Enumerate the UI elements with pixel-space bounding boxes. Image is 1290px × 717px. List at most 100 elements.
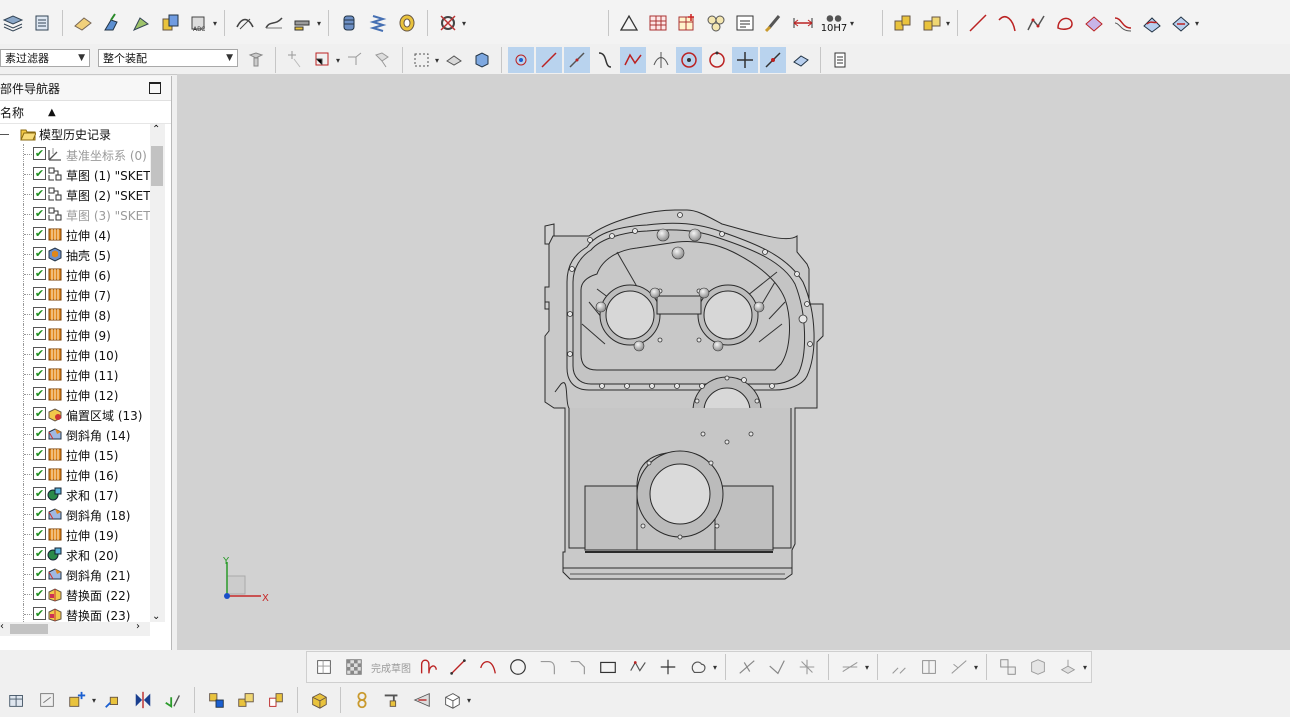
dimension-icon[interactable] [790, 10, 816, 36]
sketch-line-icon[interactable] [445, 654, 471, 680]
feature-row[interactable]: ✔ 替换面 (23) [0, 604, 150, 624]
model-history-node[interactable]: 模型历史记录 [0, 124, 154, 144]
snap-tangent-icon[interactable] [648, 47, 674, 73]
spring-icon[interactable] [365, 10, 391, 36]
copy-icon[interactable] [157, 10, 183, 36]
dropdown-arrow-icon[interactable]: ▾ [946, 19, 950, 28]
feature-row[interactable]: ✔ 倒斜角 (21) [0, 564, 150, 584]
vertical-scrollbar[interactable]: ⌃ ⌄ [150, 124, 165, 622]
visibility-checkbox[interactable]: ✔ [33, 487, 46, 500]
type-filter-combo[interactable]: 素过滤器 ▼ [0, 49, 90, 67]
feature-row[interactable]: ✔ 替换面 (22) [0, 584, 150, 604]
offset-curve-icon[interactable] [1110, 10, 1136, 36]
dropdown-arrow-icon[interactable]: ▾ [467, 696, 471, 705]
add-feature-icon[interactable] [64, 687, 90, 713]
feature-row[interactable]: ✔ 草图 (2) "SKET [0, 184, 151, 204]
sequence-icon[interactable] [306, 687, 332, 713]
cylinder-icon[interactable] [336, 10, 362, 36]
visibility-checkbox[interactable]: ✔ [33, 227, 46, 240]
sketch-point-icon[interactable] [655, 654, 681, 680]
make-corner-icon[interactable] [794, 654, 820, 680]
feature-row[interactable]: ✔ 草图 (3) "SKET [0, 204, 151, 224]
graphics-window[interactable]: Y X [177, 74, 1290, 650]
extend-icon[interactable] [764, 654, 790, 680]
dropdown-arrow-icon[interactable]: ▾ [713, 663, 717, 672]
geometric-constraint-icon[interactable] [946, 654, 972, 680]
table-icon[interactable] [645, 10, 671, 36]
visibility-checkbox[interactable]: ✔ [33, 427, 46, 440]
project-curve-icon[interactable] [1139, 10, 1165, 36]
scroll-left-icon[interactable]: ‹ [0, 621, 4, 632]
sketch-arc-icon[interactable] [475, 654, 501, 680]
snap-intersection-icon[interactable] [732, 47, 759, 73]
trim-icon[interactable] [734, 654, 760, 680]
feature-row[interactable]: ✔ 倒斜角 (14) [0, 424, 150, 444]
bearing-icon[interactable] [394, 10, 420, 36]
finish-sketch-flag-icon[interactable] [341, 654, 367, 680]
visibility-checkbox[interactable]: ✔ [33, 347, 46, 360]
dropdown-arrow-icon[interactable]: ▾ [435, 56, 439, 65]
snap-surface-icon[interactable] [788, 47, 814, 73]
feature-row[interactable]: ✔ 求和 (17) [0, 484, 150, 504]
sketch-settings-icon[interactable] [311, 654, 337, 680]
feature-row[interactable]: ✔ 草图 (1) "SKET [0, 164, 151, 184]
exploded-view-icon[interactable] [203, 687, 229, 713]
dropdown-arrow-icon[interactable]: ▾ [865, 663, 869, 672]
snap-line-icon[interactable] [564, 47, 591, 73]
feature-row[interactable]: ✔ 拉伸 (10) [0, 344, 150, 364]
gear-tool-icon[interactable] [435, 10, 461, 36]
pattern-icon[interactable] [703, 10, 729, 36]
scroll-thumb[interactable] [151, 146, 163, 186]
finish-sketch-button[interactable]: 完成草图 [371, 660, 411, 675]
selection-scope-combo[interactable]: 整个装配 ▼ [98, 49, 238, 67]
feature-row[interactable]: ✔ 拉伸 (11) [0, 364, 150, 384]
visibility-checkbox[interactable]: ✔ [33, 447, 46, 460]
select-face-icon[interactable] [370, 47, 396, 73]
arc-icon[interactable] [994, 10, 1020, 36]
mirror-assembly-icon[interactable] [130, 687, 156, 713]
feature-row[interactable]: ✔ 抽壳 (5) [0, 244, 150, 264]
surface-icon[interactable] [261, 10, 287, 36]
intersection-curve-icon[interactable] [1168, 10, 1194, 36]
maximize-icon[interactable] [149, 82, 161, 94]
visibility-checkbox[interactable]: ✔ [33, 147, 46, 160]
visibility-checkbox[interactable]: ✔ [33, 407, 46, 420]
feature-row[interactable]: ✔ 拉伸 (15) [0, 444, 150, 464]
snap-point-on-curve-icon[interactable] [760, 47, 787, 73]
visibility-checkbox[interactable]: ✔ [33, 267, 46, 280]
visibility-checkbox[interactable]: ✔ [33, 527, 46, 540]
feature-row[interactable]: ✔ 拉伸 (7) [0, 284, 150, 304]
rectangle-select-icon[interactable] [409, 47, 435, 73]
feature-row[interactable]: ✔ 拉伸 (8) [0, 304, 150, 324]
select-feature-icon[interactable] [282, 47, 308, 73]
collapse-icon[interactable] [0, 133, 9, 135]
profile-icon[interactable] [415, 654, 441, 680]
dropdown-arrow-icon[interactable]: ▾ [92, 696, 96, 705]
wave-link-icon[interactable] [263, 687, 289, 713]
visibility-checkbox[interactable]: ✔ [33, 247, 46, 260]
visibility-checkbox[interactable]: ✔ [33, 467, 46, 480]
assembly-constraint-icon[interactable] [919, 10, 945, 36]
measure-icon[interactable] [290, 10, 316, 36]
filter-reset-icon[interactable] [243, 47, 269, 73]
snap-midpoint-icon[interactable] [536, 47, 563, 73]
layer-settings-icon[interactable] [0, 10, 26, 36]
line-icon[interactable] [965, 10, 991, 36]
move-component-icon[interactable] [100, 687, 126, 713]
clearance-analysis-icon[interactable] [379, 687, 405, 713]
pattern-component-icon[interactable] [160, 687, 186, 713]
add-component-icon[interactable] [890, 10, 916, 36]
transform-icon[interactable] [128, 10, 154, 36]
visibility-checkbox[interactable]: ✔ [33, 187, 46, 200]
mirror-icon[interactable] [886, 654, 912, 680]
dropdown-arrow-icon[interactable]: ▾ [317, 19, 321, 28]
feature-row[interactable]: ✔ 偏置区域 (13) [0, 404, 150, 424]
polygon-icon[interactable] [685, 654, 711, 680]
feature-row[interactable]: ✔ 拉伸 (6) [0, 264, 150, 284]
fillet-icon[interactable] [535, 654, 561, 680]
snap-control-point-icon[interactable] [620, 47, 647, 73]
visibility-checkbox[interactable]: ✔ [33, 507, 46, 520]
package-icon[interactable] [439, 687, 465, 713]
shaded-view-icon[interactable] [441, 47, 467, 73]
solid-view-icon[interactable] [469, 47, 495, 73]
